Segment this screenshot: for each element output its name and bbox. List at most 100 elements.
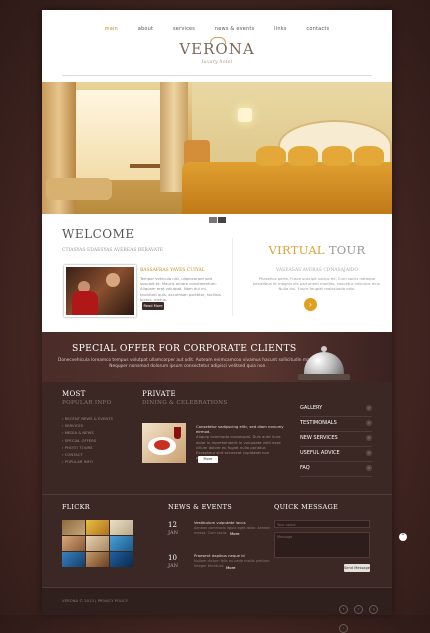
special-offer-banner: SPECIAL OFFER FOR CORPORATE CLIENTS Done… — [42, 332, 392, 382]
bed — [182, 162, 392, 214]
list-item[interactable]: PHOTO TOURS — [62, 444, 113, 451]
slider-dot[interactable] — [218, 217, 226, 223]
list-item[interactable]: CONTACT — [62, 451, 113, 458]
link-testimonials[interactable]: TESTIMONIALS › — [300, 417, 372, 432]
pillow — [322, 146, 352, 166]
chevron-right-icon: › — [366, 420, 372, 426]
footer-text[interactable]: VERONA © 2013 | PRIVACY POLICY — [62, 598, 128, 603]
virtual-tour-title-accent: VIRTUAL — [268, 243, 325, 257]
google-plus-icon[interactable]: g — [369, 605, 379, 614]
news-month: JAN — [168, 530, 178, 536]
virtual-tour-title-rest: TOUR — [328, 243, 366, 257]
welcome-photo — [64, 265, 136, 317]
news-day: 12 — [168, 521, 177, 529]
quick-links: GALLERY › TESTIMONIALS › NEW SERVICES › USE… — [300, 402, 372, 477]
slider-dot[interactable] — [209, 217, 217, 223]
flickr-thumb[interactable] — [86, 536, 109, 551]
scroll-up-icon[interactable]: ⌃ — [399, 533, 407, 541]
social-links: f t g r — [338, 595, 392, 633]
pillow — [354, 146, 384, 166]
name-input[interactable]: Your name — [274, 520, 370, 528]
section-divider — [42, 494, 392, 495]
chevron-right-icon: › — [366, 450, 372, 456]
nav-item-services[interactable]: services — [173, 26, 195, 32]
footer: VERONA © 2013 | PRIVACY POLICY f t g r — [42, 587, 392, 633]
flickr-thumb[interactable] — [62, 520, 85, 535]
most-title: MOST — [62, 390, 86, 398]
private-subtitle: DINING & CELEBRATIONS — [142, 400, 228, 406]
flickr-thumb[interactable] — [62, 536, 85, 551]
flickr-gallery — [62, 520, 134, 568]
list-item[interactable]: MEDIA & NEWS — [62, 429, 113, 436]
pillow — [256, 146, 286, 166]
nav-item-news-events[interactable]: news & events — [215, 26, 254, 32]
private-title: PRIVATE — [142, 390, 176, 398]
right-arrow-icon[interactable]: › — [304, 298, 317, 311]
slider-pagination — [209, 208, 227, 227]
link-label: TESTIMONIALS — [300, 420, 337, 426]
face — [106, 273, 120, 287]
link-label: GALLERY — [300, 405, 323, 411]
welcome-text-title: BASSAFRAS YAVES CUIYAL — [140, 268, 205, 273]
nav-item-links[interactable]: links — [274, 26, 286, 32]
flickr-thumb[interactable] — [110, 536, 133, 551]
news-title: NEWS & EVENTS — [168, 503, 233, 511]
wine-glass — [174, 427, 181, 439]
list-item[interactable]: SERVICES — [62, 422, 113, 429]
brand-name: VERONA — [179, 40, 255, 58]
flickr-thumb[interactable] — [110, 552, 133, 567]
list-item[interactable]: SPECIAL OFFERS — [62, 437, 113, 444]
bell-base — [298, 374, 350, 380]
link-label: USEFUL ADVICE — [300, 450, 340, 456]
read-more-button[interactable]: Read More — [142, 302, 164, 310]
news-more-link[interactable]: More — [230, 531, 239, 536]
link-faq[interactable]: FAQ › — [300, 462, 372, 477]
flickr-title: FLICKR — [62, 503, 90, 511]
pillow — [288, 146, 318, 166]
flickr-thumb[interactable] — [86, 520, 109, 535]
twitter-icon[interactable]: t — [354, 605, 364, 614]
private-more-button[interactable]: More — [198, 456, 218, 463]
chevron-right-icon: › — [366, 405, 372, 411]
page: main about services news & events links … — [42, 10, 392, 633]
private-highlight: Consetetur sadipscing elitr, sed diam no… — [196, 424, 284, 435]
rss-icon[interactable]: r — [339, 624, 348, 633]
flickr-thumb[interactable] — [110, 520, 133, 535]
message-textarea[interactable]: Message — [274, 532, 370, 558]
list-item[interactable]: RECENT NEWS & EVENTS — [62, 415, 113, 422]
send-message-button[interactable]: Send Message — [344, 564, 370, 572]
chevron-right-icon: › — [366, 435, 372, 441]
link-useful-advice[interactable]: USEFUL ADVICE › — [300, 447, 372, 462]
list-item[interactable]: POPULAR INFO — [62, 458, 113, 465]
brand-tagline: luxury hotel — [201, 59, 233, 65]
facebook-icon[interactable]: f — [339, 605, 348, 614]
flickr-thumb[interactable] — [86, 552, 109, 567]
welcome-title: WELCOME — [62, 227, 135, 241]
link-label: NEW SERVICES — [300, 435, 338, 441]
link-new-services[interactable]: NEW SERVICES › — [300, 432, 372, 447]
food — [154, 440, 170, 450]
news-month: JAN — [168, 563, 178, 569]
virtual-tour-subtitle: VASEASAS AVERAS CDNASAJAIDO — [275, 268, 359, 273]
dress — [72, 291, 98, 315]
logo[interactable]: VERONA luxury hotel — [42, 40, 392, 65]
nav-item-main[interactable]: main — [105, 26, 118, 32]
side-table — [130, 164, 160, 168]
chevron-right-icon: › — [366, 465, 372, 471]
sofa — [46, 178, 112, 200]
news-title-link[interactable]: Vestibulum vulputate lacus — [194, 520, 246, 525]
main-nav: main about services news & events links … — [42, 26, 392, 32]
dining-photo — [142, 423, 186, 463]
nav-item-about[interactable]: about — [138, 26, 153, 32]
column-divider — [232, 238, 233, 316]
link-gallery[interactable]: GALLERY › — [300, 402, 372, 417]
news-more-link[interactable]: More — [226, 565, 235, 570]
welcome-text: Tempor vehicula nisl, ullamcorper sed su… — [140, 276, 221, 302]
most-subtitle: POPULAR INFO — [62, 400, 112, 406]
nav-item-contacts[interactable]: contacts — [306, 26, 329, 32]
news-text: Nullam dictum felis eu pede mollis preti… — [194, 559, 271, 568]
virtual-tour-text: Phasellus porta. Fusce suscipit varius m… — [253, 276, 381, 292]
welcome-subtitle: CTIASYAS EDAESYAS AVEREAS BERAVATE — [62, 248, 164, 253]
news-title-link[interactable]: Praesent dapibus neque id — [194, 553, 245, 558]
flickr-thumb[interactable] — [62, 552, 85, 567]
